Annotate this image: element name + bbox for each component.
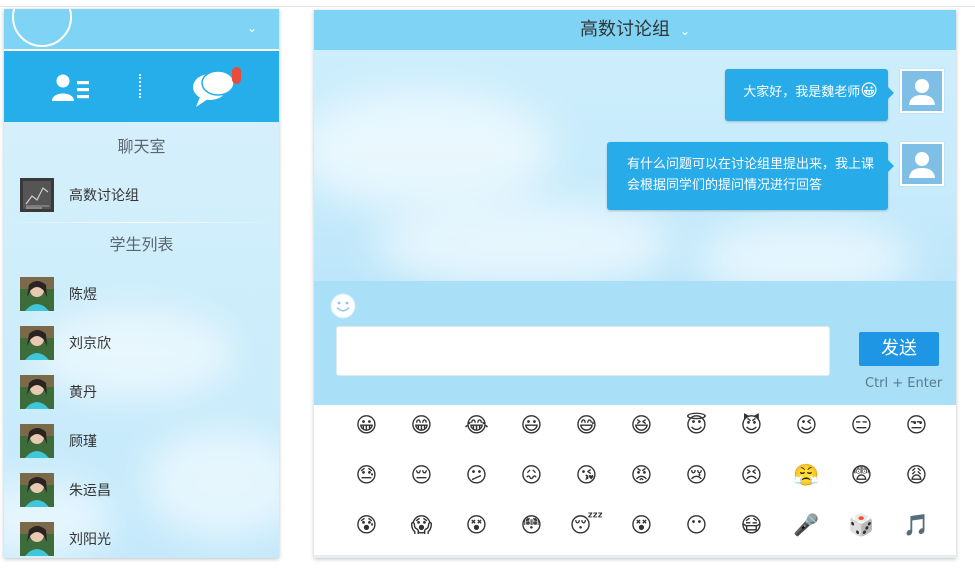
message-bubble: 有什么问题可以在讨论组里提出来，我上课 会根据同学们的提问情况进行回答 xyxy=(606,142,895,210)
emoji-option[interactable]: 😵 xyxy=(449,512,504,558)
emoji-option[interactable]: 😅 xyxy=(559,412,614,462)
panel-bottom-border xyxy=(314,555,956,558)
send-button[interactable]: 发送 xyxy=(859,332,939,366)
message-text: 大家好，我是魏老师 xyxy=(743,85,861,100)
student-name: 黄丹 xyxy=(69,384,97,401)
emoji-option[interactable]: 😵 xyxy=(614,512,669,558)
emoji-option[interactable]: 😡 xyxy=(614,462,669,512)
student-avatar xyxy=(20,521,54,556)
contacts-icon[interactable] xyxy=(50,73,96,103)
emoji-option[interactable]: 😩 xyxy=(889,462,944,512)
student-avatar xyxy=(20,472,54,507)
student-name: 陈煜 xyxy=(69,286,97,303)
mode-divider xyxy=(139,74,141,98)
emoji-option[interactable]: 😨 xyxy=(834,462,889,512)
mode-switch-bar xyxy=(4,51,279,122)
student-item[interactable]: 朱运昌 xyxy=(4,465,279,514)
student-item[interactable]: 刘阳光 xyxy=(4,514,279,558)
chatroom-item[interactable]: 高数讨论组 xyxy=(4,170,279,219)
user-header: ⌄ xyxy=(4,9,279,51)
composer: 发送 Ctrl + Enter xyxy=(314,281,956,405)
student-item[interactable]: 陈煜 xyxy=(4,269,279,318)
message-item: 大家好，我是魏老师😀 xyxy=(725,69,944,121)
emoji-option[interactable]: 😆 xyxy=(614,412,669,462)
teacher-avatar xyxy=(900,69,944,113)
chat-header[interactable]: 高数讨论组 ⌄ xyxy=(314,10,956,50)
chatroom-thumbnail xyxy=(20,177,54,212)
emoji-option[interactable]: 😃 xyxy=(504,412,559,462)
emoji-grid: 😀 😁 😂 😃 😅 😆 😇 😈 😉 😑 😒 😓 😔 😕 😖 😘 😡 😢 😣 😤 😨 😩 😰 😱 😵 😳 😴 😵 😶 😷 🎤 🎲 🎵 xyxy=(339,412,956,558)
emoji-option[interactable]: 😂 xyxy=(449,412,504,462)
emoji-option[interactable]: 😣 xyxy=(724,462,779,512)
message-input[interactable] xyxy=(336,326,830,376)
student-avatar xyxy=(20,325,54,360)
student-avatar xyxy=(20,374,54,409)
background-cloud xyxy=(314,90,554,210)
chevron-down-icon[interactable]: ⌄ xyxy=(247,21,257,35)
chevron-down-icon[interactable]: ⌄ xyxy=(680,24,690,38)
student-name: 刘阳光 xyxy=(69,531,111,548)
emoji-option[interactable]: 😕 xyxy=(449,462,504,512)
background-cloud xyxy=(374,200,674,281)
student-list: 陈煜 刘京欣 黄丹 顾瑾 朱运昌 刘阳光 xyxy=(4,269,279,558)
emoji-option[interactable]: 😶 xyxy=(669,512,724,558)
chat-panel: 高数讨论组 ⌄ 大家好，我是魏老师😀 有什么问题可以在讨论组里提出来，我上课 会根… xyxy=(314,10,956,558)
emoji-option[interactable]: 😖 xyxy=(504,462,559,512)
emoji-option[interactable]: 😰 xyxy=(339,512,394,558)
background-cloud xyxy=(694,220,914,281)
student-avatar xyxy=(20,423,54,458)
emoji-option[interactable]: 😁 xyxy=(394,412,449,462)
chat-bubbles-icon[interactable] xyxy=(190,65,242,111)
message-list: 大家好，我是魏老师😀 有什么问题可以在讨论组里提出来，我上课 会根据同学们的提问… xyxy=(314,50,956,281)
emoji-option[interactable]: 🎲 xyxy=(834,512,889,558)
emoji-option[interactable]: 😴 xyxy=(559,512,614,558)
emoji-option[interactable]: 😤 xyxy=(779,462,834,512)
emoji-option[interactable]: 😱 xyxy=(394,512,449,558)
emoji-panel: 😀 😁 😂 😃 😅 😆 😇 😈 😉 😑 😒 😓 😔 😕 😖 😘 😡 😢 😣 😤 😨 😩 😰 😱 😵 😳 😴 😵 😶 😷 🎤 🎲 🎵 xyxy=(314,405,956,558)
unread-badge xyxy=(232,67,241,84)
emoji-option[interactable]: 😇 xyxy=(669,412,724,462)
emoji-option[interactable]: 😷 xyxy=(724,512,779,558)
emoji-option[interactable]: 🎵 xyxy=(889,512,944,558)
emoji-picker-icon[interactable] xyxy=(330,293,356,319)
student-item[interactable]: 顾瑾 xyxy=(4,416,279,465)
emoji-option[interactable]: 😢 xyxy=(669,462,724,512)
grinning-emoji: 😀 xyxy=(860,81,878,101)
send-shortcut-hint: Ctrl + Enter xyxy=(865,376,943,391)
emoji-option[interactable]: 😔 xyxy=(394,462,449,512)
chat-title: 高数讨论组 xyxy=(579,19,670,40)
sidebar: ⌄ 聊天室 高数讨论组 学生列表 陈煜 刘京欣 黄丹 顾瑾 朱运昌 刘阳光 xyxy=(4,9,279,558)
student-name: 刘京欣 xyxy=(69,335,111,352)
emoji-option[interactable]: 😑 xyxy=(834,412,889,462)
emoji-option[interactable]: 🎤 xyxy=(779,512,834,558)
chatroom-section-title: 聊天室 xyxy=(117,137,166,156)
message-text-line: 会根据同学们的提问情况进行回答 xyxy=(626,178,822,193)
emoji-option[interactable]: 😳 xyxy=(504,512,559,558)
teacher-avatar xyxy=(900,142,944,186)
message-item: 有什么问题可以在讨论组里提出来，我上课 会根据同学们的提问情况进行回答 xyxy=(606,142,944,210)
student-avatar xyxy=(20,276,54,311)
emoji-option[interactable]: 😒 xyxy=(889,412,944,462)
emoji-option[interactable]: 😉 xyxy=(779,412,834,462)
user-avatar[interactable] xyxy=(12,9,72,47)
emoji-option[interactable]: 😀 xyxy=(339,412,394,462)
emoji-option[interactable]: 😘 xyxy=(559,462,614,512)
student-item[interactable]: 黄丹 xyxy=(4,367,279,416)
chatroom-name: 高数讨论组 xyxy=(69,187,139,204)
message-bubble: 大家好，我是魏老师😀 xyxy=(725,69,894,121)
message-text-line: 有什么问题可以在讨论组里提出来，我上课 xyxy=(626,157,874,172)
emoji-option[interactable]: 😈 xyxy=(724,412,779,462)
student-list-title: 学生列表 xyxy=(109,235,174,254)
student-name: 朱运昌 xyxy=(69,482,111,499)
student-name: 顾瑾 xyxy=(69,433,97,450)
emoji-option[interactable]: 😓 xyxy=(339,462,394,512)
top-border xyxy=(0,6,975,7)
student-item[interactable]: 刘京欣 xyxy=(4,318,279,367)
